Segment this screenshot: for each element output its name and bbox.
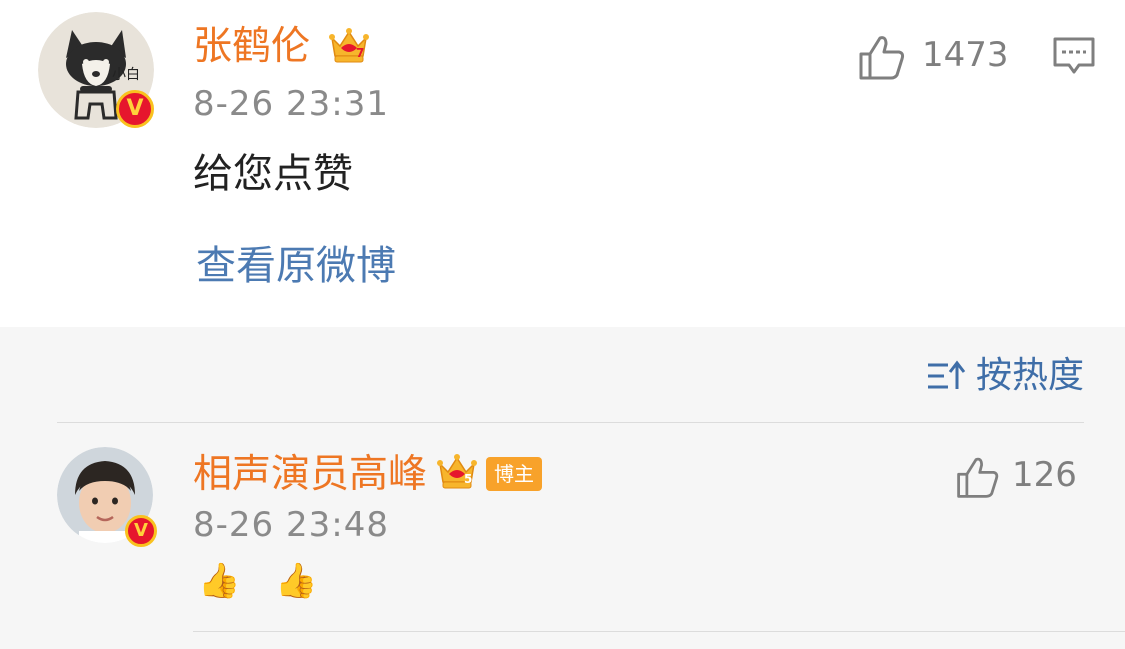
comment-avatar[interactable]: 小白 V: [38, 12, 154, 128]
verified-badge-icon: V: [116, 90, 154, 128]
reply-divider: [193, 631, 1125, 632]
sort-icon: [928, 360, 966, 389]
member-level-number: 7: [356, 46, 365, 60]
comment-like-count: 1473: [922, 35, 1009, 75]
reply-timestamp: 8-26 23:48: [193, 505, 389, 545]
reply-like-button[interactable]: 126: [954, 454, 1084, 500]
section-divider: [57, 422, 1084, 423]
reply-username[interactable]: 相声演员高峰: [193, 451, 427, 499]
avatar-caption: 小白: [112, 67, 140, 83]
sort-label: 按热度: [976, 355, 1085, 396]
member-crown-icon[interactable]: 7: [328, 24, 370, 66]
reply-avatar[interactable]: V: [57, 447, 157, 547]
verified-badge-icon: V: [125, 515, 157, 547]
comment-like-button[interactable]: 1473: [856, 32, 1009, 82]
replies-section: 按热度 V 相声演员高峰 5 博主 8-26 23:48 👍 👍 126: [0, 327, 1125, 649]
member-crown-icon[interactable]: 5: [436, 450, 478, 492]
reply-comment-icon[interactable]: [1052, 36, 1096, 78]
member-level-number: 5: [464, 472, 473, 486]
thumbs-up-icon: [957, 457, 999, 498]
view-original-weibo-link[interactable]: 查看原微博: [196, 242, 396, 290]
main-comment: 小白 V 张鹤伦 7 8-26 23:31 给您点赞 查看原微博 1473: [0, 0, 1125, 327]
comment-timestamp: 8-26 23:31: [193, 84, 389, 124]
comment-username[interactable]: 张鹤伦: [193, 23, 310, 71]
reply-text: 👍 👍: [198, 561, 330, 601]
reply-like-count: 126: [1012, 455, 1077, 495]
sort-by-hot-button[interactable]: 按热度: [924, 351, 1094, 401]
thumbs-up-icon: [859, 36, 905, 80]
comment-text: 给您点赞: [193, 151, 353, 197]
author-badge: 博主: [486, 457, 542, 491]
